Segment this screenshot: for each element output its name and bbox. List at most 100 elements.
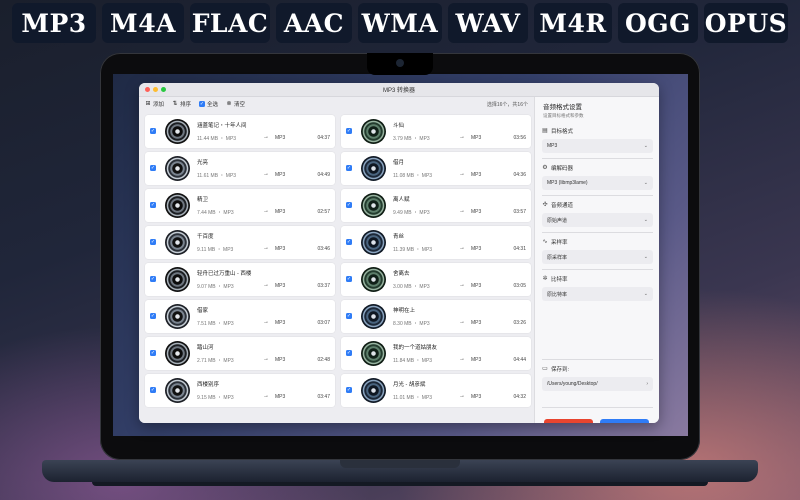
file-duration: 03:26 [513, 320, 526, 326]
codec-value: MP3 (libmp3lame) [547, 180, 588, 186]
bitrate-icon: ✲ [542, 276, 548, 282]
sort-button[interactable]: ⇅ 排序 [172, 100, 192, 108]
target-format: MP3 [275, 246, 286, 252]
file-duration: 03:05 [513, 283, 526, 289]
format-tag: MP3 [12, 3, 96, 43]
clear-label: 清空 [234, 102, 246, 108]
album-art-disc [165, 341, 190, 366]
target-format: MP3 [275, 283, 286, 289]
chevron-right-icon: › [646, 381, 648, 387]
album-art-disc [361, 267, 386, 292]
arrow-right-icon: → [459, 245, 465, 251]
codec-select[interactable]: MP3 (libmp3lame) ⌄ [542, 176, 653, 190]
arrow-right-icon: → [459, 282, 465, 288]
file-checkbox[interactable]: ✓ [150, 165, 156, 171]
target-format: MP3 [471, 135, 482, 141]
file-checkbox[interactable]: ✓ [346, 350, 352, 356]
settings-panel: 音频格式设置 设置目标格式和参数 ▤ 目标格式 MP3 ⌄ ⚙ 编解码器 MP3 (l… [534, 97, 659, 423]
file-checkbox[interactable]: ✓ [150, 350, 156, 356]
file-duration: 04:31 [513, 246, 526, 252]
file-meta: 9.49 MB ・ MP3 [393, 210, 430, 216]
add-button[interactable]: ⊞ 添加 [145, 100, 164, 108]
file-checkbox[interactable]: ✓ [346, 165, 352, 171]
file-checkbox[interactable]: ✓ [346, 387, 352, 393]
arrow-right-icon: → [459, 208, 465, 214]
file-checkbox[interactable]: ✓ [346, 276, 352, 282]
file-card[interactable]: ✓ 千百度 9.11 MB ・ MP3 → MP3 03:46 [145, 226, 335, 259]
clear-button[interactable]: ⊗ 清空 [226, 100, 246, 108]
close-window-button[interactable] [145, 87, 150, 92]
arrow-right-icon: → [263, 393, 269, 399]
file-meta: 11.84 MB ・ MP3 [393, 358, 433, 364]
divider [542, 359, 653, 360]
album-art-disc [165, 119, 190, 144]
arrow-right-icon: → [263, 171, 269, 177]
file-name: 离人赋 [393, 197, 410, 203]
file-card[interactable]: ✓ 光亮 11.61 MB ・ MP3 → MP3 04:49 [145, 152, 335, 185]
settings-title: 音频格式设置 [543, 104, 582, 111]
target-format: MP3 [471, 357, 482, 363]
file-checkbox[interactable]: ✓ [346, 202, 352, 208]
sample-rate-select[interactable]: 原采样率 ⌄ [542, 250, 653, 264]
album-art-disc [361, 304, 386, 329]
file-checkbox[interactable]: ✓ [150, 387, 156, 393]
convert-button[interactable]: 转换 [600, 419, 649, 423]
file-card[interactable]: ✓ 西楼别序 9.15 MB ・ MP3 → MP3 03:47 [145, 374, 335, 407]
zoom-window-button[interactable] [161, 87, 166, 92]
file-name: 借月 [393, 160, 405, 166]
target-format-select[interactable]: MP3 ⌄ [542, 139, 653, 153]
target-format: MP3 [471, 246, 482, 252]
file-card[interactable]: ✓ 月光 - 胡彦斌 11.01 MB ・ MP3 → MP3 04:32 [341, 374, 531, 407]
file-duration: 03:47 [317, 394, 330, 400]
cancel-button[interactable]: 取消 [544, 419, 593, 423]
album-art-disc [165, 304, 190, 329]
file-name: 月光 - 胡彦斌 [393, 382, 426, 388]
file-checkbox[interactable]: ✓ [346, 128, 352, 134]
file-card[interactable]: ✓ 轻舟已过万重山 - 西楼 9.07 MB ・ MP3 → MP3 03:37 [145, 263, 335, 296]
file-card[interactable]: ✓ 青丝 11.39 MB ・ MP3 → MP3 04:31 [341, 226, 531, 259]
file-checkbox[interactable]: ✓ [346, 239, 352, 245]
audio-channel-select[interactable]: 原始声道 ⌄ [542, 213, 653, 227]
file-checkbox[interactable]: ✓ [150, 313, 156, 319]
file-card[interactable]: ✓ 精卫 7.44 MB ・ MP3 → MP3 02:57 [145, 189, 335, 222]
file-card[interactable]: ✓ 斗仙 3.79 MB ・ MP3 → MP3 03:56 [341, 115, 531, 148]
file-checkbox[interactable]: ✓ [150, 202, 156, 208]
arrow-right-icon: → [263, 245, 269, 251]
file-card[interactable]: ✓ 涵蓋笔记・十年人间 11.44 MB ・ MP3 → MP3 04:37 [145, 115, 335, 148]
file-checkbox[interactable]: ✓ [150, 276, 156, 282]
file-name: 神明在上 [393, 308, 416, 314]
save-path-field[interactable]: /Users/young/Desktop/ › [542, 377, 653, 391]
chevron-down-icon: ⌄ [643, 291, 648, 297]
select-all-button[interactable]: ✓ 全选 [199, 100, 218, 108]
file-card[interactable]: ✓ 神明在上 8.30 MB ・ MP3 → MP3 03:26 [341, 300, 531, 333]
file-checkbox[interactable]: ✓ [150, 239, 156, 245]
file-meta: 9.15 MB ・ MP3 [197, 395, 234, 401]
file-name: 我的一个道姑朋友 [393, 345, 438, 351]
file-checkbox[interactable]: ✓ [150, 128, 156, 134]
sample-rate-label: 采样率 [551, 240, 568, 246]
file-card[interactable]: ✓ 我的一个道姑朋友 11.84 MB ・ MP3 → MP3 04:44 [341, 337, 531, 370]
codec-label: 编解码器 [551, 166, 574, 172]
minimize-window-button[interactable] [153, 87, 158, 92]
file-card[interactable]: ✓ 借月 11.08 MB ・ MP3 → MP3 04:36 [341, 152, 531, 185]
file-duration: 04:36 [513, 172, 526, 178]
file-meta: 2.71 MB ・ MP3 [197, 358, 234, 364]
file-meta: 11.08 MB ・ MP3 [393, 173, 433, 179]
file-checkbox[interactable]: ✓ [346, 313, 352, 319]
file-name: 光亮 [197, 160, 209, 166]
file-card[interactable]: ✓ 借家 7.51 MB ・ MP3 → MP3 03:07 [145, 300, 335, 333]
file-duration: 03:46 [317, 246, 330, 252]
file-duration: 03:37 [317, 283, 330, 289]
divider [542, 195, 653, 196]
save-to-label: 保存到: [551, 367, 570, 373]
bitrate-group: ✲ 比特率 原比特率 ⌄ [542, 275, 653, 301]
file-card[interactable]: ✓ 离人赋 9.49 MB ・ MP3 → MP3 03:57 [341, 189, 531, 222]
file-card[interactable]: ✓ 舍离去 3.00 MB ・ MP3 → MP3 03:05 [341, 263, 531, 296]
file-duration: 02:48 [317, 357, 330, 363]
bitrate-select[interactable]: 原比特率 ⌄ [542, 287, 653, 301]
audio-channel-label: 音频通道 [551, 203, 574, 209]
bitrate-value: 原比特率 [547, 291, 568, 298]
file-card[interactable]: ✓ 踏山河 2.71 MB ・ MP3 → MP3 02:48 [145, 337, 335, 370]
file-meta: 11.61 MB ・ MP3 [197, 173, 237, 179]
arrow-right-icon: → [263, 356, 269, 362]
